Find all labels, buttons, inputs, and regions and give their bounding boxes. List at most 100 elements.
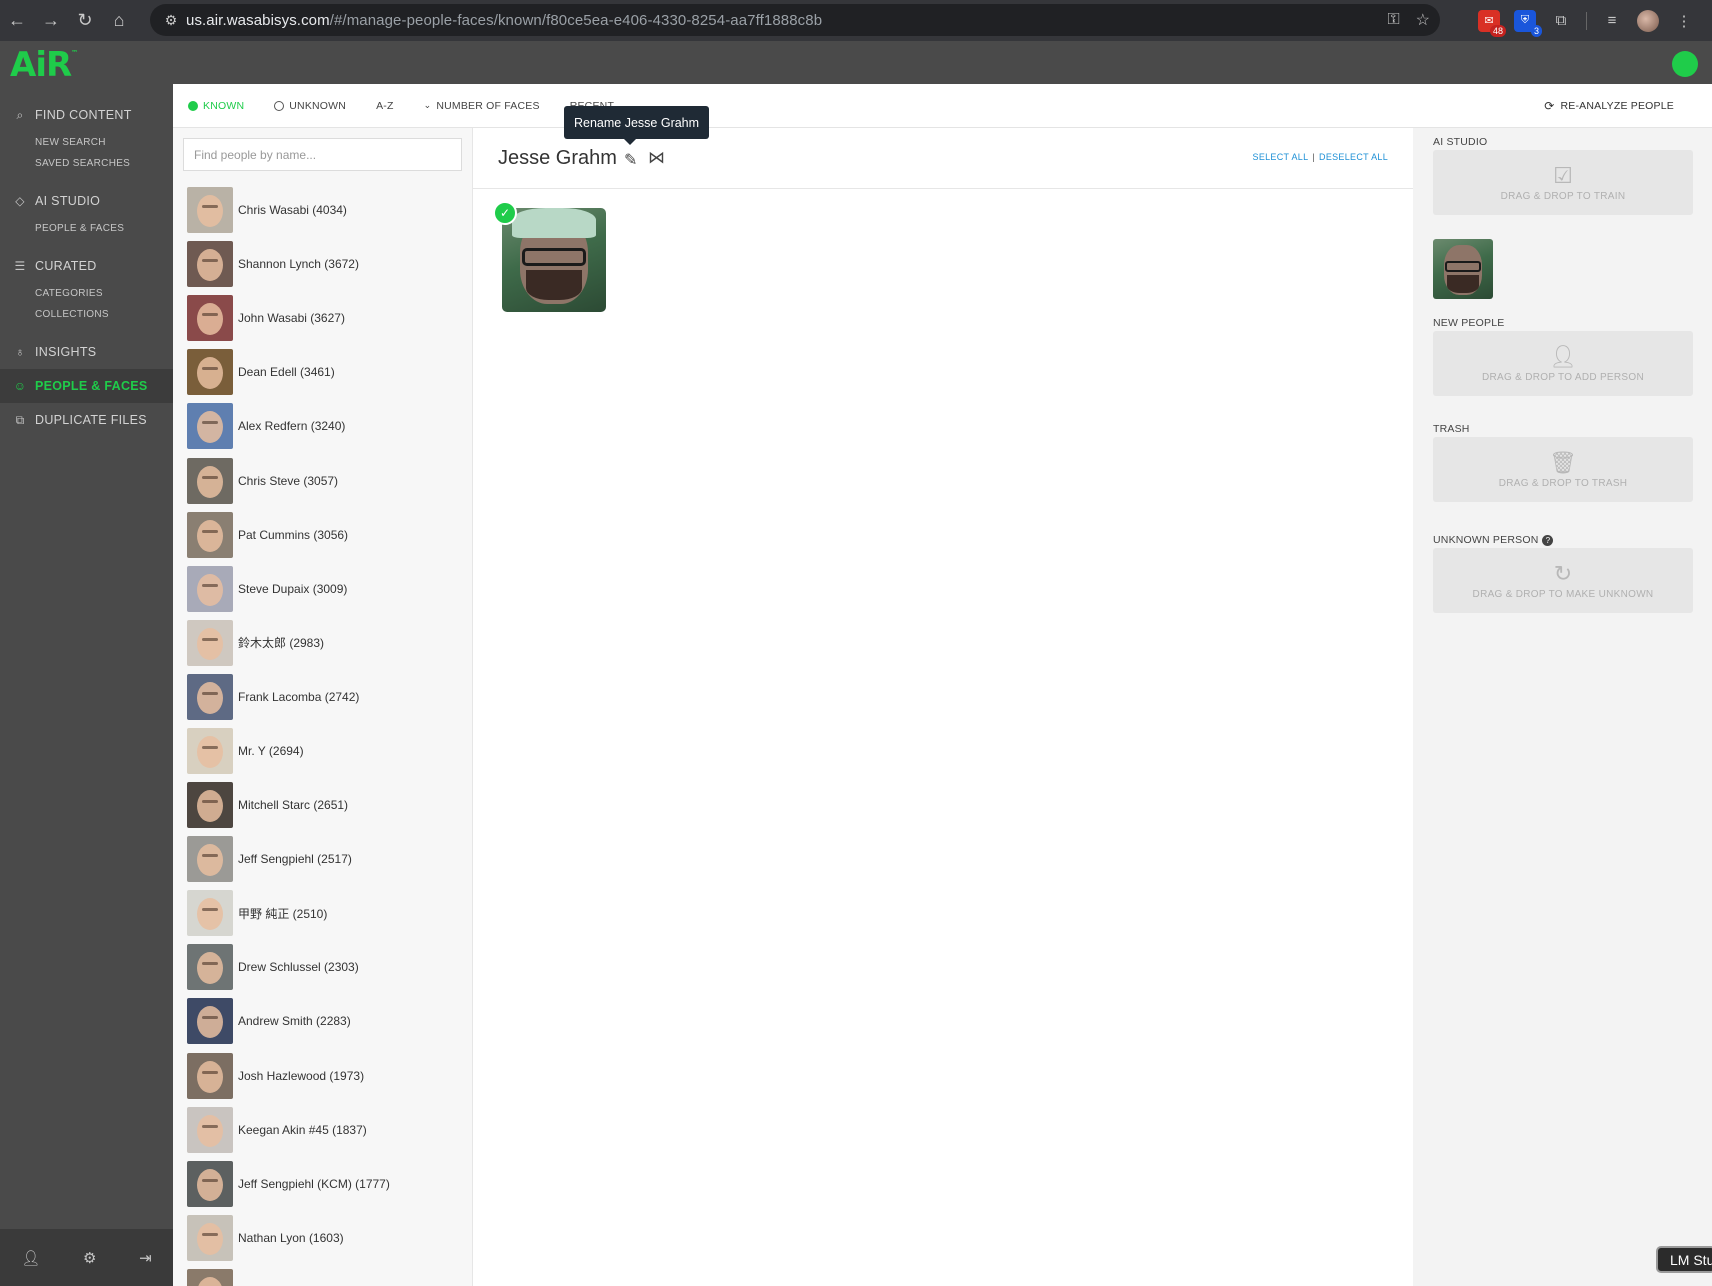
- train-dropzone[interactable]: ☑ DRAG & DROP TO TRAIN: [1433, 150, 1693, 215]
- person-name: Pat Cummins (3056): [238, 527, 349, 542]
- person-avatar: [187, 1160, 233, 1207]
- extensions-puzzle-icon[interactable]: ⧉: [1550, 10, 1572, 32]
- nav-curated[interactable]: ☰ CURATED: [0, 249, 173, 283]
- refresh-icon: ⟳: [1544, 99, 1555, 113]
- nav-find-content[interactable]: ⌕ FIND CONTENT: [0, 98, 173, 132]
- add-user-icon: 👤︎: [1549, 343, 1577, 369]
- face-thumbnail[interactable]: [502, 208, 606, 312]
- nav-saved-searches[interactable]: SAVED SEARCHES: [0, 153, 173, 174]
- people-search-input[interactable]: [183, 138, 462, 171]
- person-name: Drew Schlussel (2303): [238, 960, 359, 975]
- nav-insights[interactable]: ♁ INSIGHTS: [0, 335, 173, 369]
- unknown-dropzone-label: DRAG & DROP TO MAKE UNKNOWN: [1472, 588, 1654, 600]
- back-icon[interactable]: ←: [0, 4, 34, 38]
- site-settings-icon[interactable]: ⚙: [156, 12, 186, 29]
- person-row[interactable]: Chris Wasabi (4034): [187, 183, 467, 237]
- reanalyze-people-button[interactable]: ⟳ RE-ANALYZE PEOPLE: [1544, 84, 1674, 128]
- add-person-dropzone-label: DRAG & DROP TO ADD PERSON: [1482, 371, 1644, 383]
- person-name: Mitchell Starc (2651): [238, 798, 349, 813]
- forward-icon[interactable]: →: [34, 4, 68, 38]
- person-row[interactable]: Pat Cummins (3056): [187, 508, 467, 562]
- menu-kebab-icon[interactable]: ⋮: [1673, 10, 1695, 32]
- extension-shield-icon[interactable]: ⛨ 3: [1514, 9, 1542, 37]
- person-row[interactable]: Keegan Akin #45 (1837): [187, 1103, 467, 1157]
- filter-unknown[interactable]: UNKNOWN: [274, 100, 346, 112]
- nav-find-content-label: FIND CONTENT: [35, 108, 132, 122]
- sort-az[interactable]: A-Z: [376, 100, 394, 112]
- person-row[interactable]: Dean Edell (3461): [187, 345, 467, 399]
- train-check-icon: ☑: [1553, 162, 1573, 188]
- person-row[interactable]: Josh Hazlewood (1973): [187, 1049, 467, 1103]
- person-row[interactable]: Nathan Lyon (1603): [187, 1211, 467, 1265]
- extension-mail-icon[interactable]: ✉ 48: [1478, 9, 1506, 37]
- person-row[interactable]: Mitchell Starc (2651): [187, 778, 467, 832]
- media-control-icon[interactable]: ≡: [1601, 10, 1623, 32]
- person-row[interactable]: Drew Schlussel (2303): [187, 940, 467, 994]
- trash-dropzone[interactable]: 🗑︎ DRAG & DROP TO TRASH: [1433, 437, 1693, 502]
- person-avatar: [187, 511, 233, 558]
- deselect-all-link[interactable]: DESELECT ALL: [1319, 152, 1388, 162]
- merge-icon[interactable]: ⋈: [648, 148, 665, 168]
- unknown-dropzone[interactable]: ↻ DRAG & DROP TO MAKE UNKNOWN: [1433, 548, 1693, 613]
- person-name: Jeff Sengpiehl (2517): [238, 852, 352, 867]
- nav-curated-label: CURATED: [35, 259, 97, 273]
- person-name: Shannon Lynch (3672): [238, 257, 359, 272]
- person-row[interactable]: [187, 1265, 467, 1286]
- known-radio-icon: [188, 100, 198, 111]
- lm-studio-badge[interactable]: LM Stu: [1656, 1246, 1712, 1273]
- bookmark-star-icon[interactable]: ☆: [1416, 10, 1430, 30]
- sort-number-of-faces[interactable]: ⌄ NUMBER OF FACES: [424, 100, 540, 112]
- pencil-icon[interactable]: ✎: [624, 150, 637, 170]
- person-avatar: [187, 1052, 233, 1099]
- logout-icon[interactable]: ⇥: [139, 1249, 152, 1267]
- air-logo[interactable]: AiR™: [10, 45, 78, 85]
- home-icon[interactable]: ⌂: [102, 4, 136, 38]
- lightbulb-icon: ♁: [15, 345, 25, 359]
- help-icon[interactable]: ?: [1542, 534, 1554, 546]
- selection-links: SELECT ALL | DESELECT ALL: [1253, 152, 1388, 162]
- nav-categories[interactable]: CATEGORIES: [0, 283, 173, 304]
- person-avatar: [187, 1106, 233, 1153]
- profile-avatar[interactable]: [1637, 9, 1659, 32]
- person-row[interactable]: Steve Dupaix (3009): [187, 562, 467, 616]
- person-row[interactable]: Jeff Sengpiehl (2517): [187, 832, 467, 886]
- select-all-link[interactable]: SELECT ALL: [1253, 152, 1309, 162]
- person-row[interactable]: Andrew Smith (2283): [187, 994, 467, 1048]
- person-row[interactable]: Alex Redfern (3240): [187, 399, 467, 453]
- sort-az-label: A-Z: [376, 99, 394, 112]
- training-face-thumbnail[interactable]: [1433, 239, 1493, 299]
- person-row[interactable]: Chris Steve (3057): [187, 453, 467, 507]
- url-text[interactable]: us.air.wasabisys.com/#/manage-people-fac…: [186, 12, 822, 29]
- nav-new-search[interactable]: NEW SEARCH: [0, 132, 173, 153]
- people-list-panel: Chris Wasabi (4034) Shannon Lynch (3672) J…: [173, 128, 473, 1286]
- password-key-icon[interactable]: ⚿: [1387, 11, 1399, 29]
- person-avatar: [187, 565, 233, 612]
- nav-collections[interactable]: COLLECTIONS: [0, 304, 173, 325]
- nav-people-faces[interactable]: ☺ PEOPLE & FACES: [0, 369, 173, 403]
- user-icon[interactable]: 👤︎: [21, 1249, 40, 1267]
- nav-duplicate-files[interactable]: ⧉ DUPLICATE FILES: [0, 403, 173, 437]
- sidebar: ⌕ FIND CONTENT NEW SEARCH SAVED SEARCHES…: [0, 84, 173, 1286]
- nav-ai-studio[interactable]: ◇ AI STUDIO: [0, 184, 173, 218]
- settings-gear-icon[interactable]: ⚙: [83, 1249, 96, 1267]
- person-row[interactable]: Shannon Lynch (3672): [187, 237, 467, 291]
- person-row[interactable]: Frank Lacomba (2742): [187, 670, 467, 724]
- verified-check-icon[interactable]: ✓: [493, 201, 517, 225]
- rename-tooltip: Rename Jesse Grahm: [564, 106, 710, 145]
- add-person-dropzone[interactable]: 👤︎ DRAG & DROP TO ADD PERSON: [1433, 331, 1693, 396]
- trash-dropzone-label: DRAG & DROP TO TRASH: [1498, 477, 1628, 489]
- person-row[interactable]: John Wasabi (3627): [187, 291, 467, 345]
- filter-known-label: KNOWN: [203, 99, 245, 112]
- status-indicator[interactable]: [1672, 51, 1698, 77]
- filter-known[interactable]: KNOWN: [188, 100, 244, 112]
- person-row[interactable]: Jeff Sengpiehl (KCM) (1777): [187, 1157, 467, 1211]
- person-row[interactable]: Mr. Y (2694): [187, 724, 467, 778]
- person-avatar: [187, 782, 233, 829]
- person-avatar: [187, 836, 233, 883]
- person-name: 甲野 純正 (2510): [238, 906, 328, 921]
- person-row[interactable]: 鈴木太郎 (2983): [187, 616, 467, 670]
- person-row[interactable]: 甲野 純正 (2510): [187, 886, 467, 940]
- address-bar[interactable]: ⚙ us.air.wasabisys.com/#/manage-people-f…: [150, 4, 1440, 36]
- nav-people-faces-sub[interactable]: PEOPLE & FACES: [0, 218, 173, 239]
- reload-icon[interactable]: ↻: [68, 4, 102, 38]
